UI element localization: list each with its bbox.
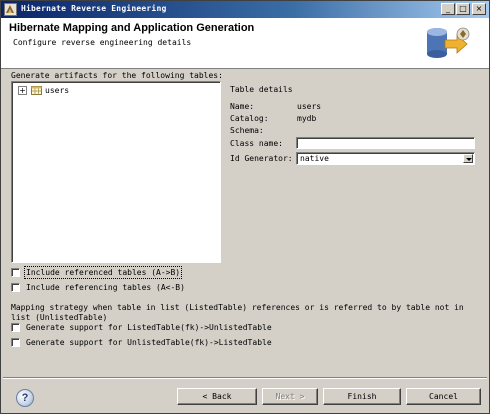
- include-referencing-label: Include referencing tables (A<-B): [26, 283, 185, 292]
- id-generator-value: native: [300, 154, 329, 163]
- next-button[interactable]: Next >: [262, 388, 318, 405]
- tables-tree[interactable]: + users: [11, 81, 221, 263]
- title-bar: Hibernate Reverse Engineering _ □ ×: [1, 1, 489, 18]
- cancel-button[interactable]: Cancel: [406, 388, 481, 405]
- tree-item-users[interactable]: + users: [18, 85, 69, 96]
- finish-button[interactable]: Finish: [323, 388, 401, 405]
- app-icon: [4, 3, 17, 16]
- include-referencing-checkbox[interactable]: [11, 283, 20, 292]
- back-button[interactable]: < Back: [177, 388, 257, 405]
- unlisted-to-listed-option[interactable]: Generate support for UnlistedTable(fk)->…: [11, 338, 272, 347]
- page-title: Hibernate Mapping and Application Genera…: [9, 22, 255, 34]
- name-label: Name:: [230, 102, 255, 111]
- window-title: Hibernate Reverse Engineering: [21, 4, 167, 13]
- table-details-title: Table details: [230, 85, 293, 94]
- listed-to-unlisted-checkbox[interactable]: [11, 323, 20, 332]
- table-icon: [31, 86, 42, 95]
- listed-to-unlisted-option[interactable]: Generate support for ListedTable(fk)->Un…: [11, 323, 272, 332]
- class-name-input[interactable]: [296, 137, 475, 149]
- dropdown-arrow-icon[interactable]: [463, 154, 473, 163]
- unlisted-to-listed-checkbox[interactable]: [11, 338, 20, 347]
- include-referenced-checkbox[interactable]: [11, 268, 20, 277]
- close-button[interactable]: ×: [472, 3, 486, 15]
- expand-icon[interactable]: +: [18, 86, 27, 95]
- include-referenced-label: Include referenced tables (A->B): [23, 266, 183, 279]
- tree-item-label: users: [45, 86, 70, 95]
- wizard-window: Hibernate Reverse Engineering _ □ × Hibe…: [0, 0, 490, 414]
- listed-to-unlisted-label: Generate support for ListedTable(fk)->Un…: [26, 323, 272, 332]
- unlisted-to-listed-label: Generate support for UnlistedTable(fk)->…: [26, 338, 272, 347]
- minimize-button[interactable]: _: [441, 3, 455, 15]
- class-name-label: Class name:: [230, 139, 283, 148]
- mapping-strategy-text: Mapping strategy when table in list (Lis…: [11, 303, 464, 322]
- catalog-value: mydb: [297, 114, 317, 123]
- id-generator-label: Id Generator:: [230, 154, 293, 163]
- id-generator-select[interactable]: native: [296, 152, 475, 165]
- footer-divider: [3, 377, 487, 379]
- include-referencing-option[interactable]: Include referencing tables (A<-B): [11, 283, 185, 292]
- catalog-label: Catalog:: [230, 114, 269, 123]
- page-description: Configure reverse engineering details: [13, 38, 192, 47]
- maximize-button[interactable]: □: [456, 3, 470, 15]
- wizard-banner: Hibernate Mapping and Application Genera…: [1, 18, 489, 69]
- help-icon[interactable]: ?: [16, 389, 34, 407]
- name-value: users: [297, 102, 322, 111]
- tables-section-label: Generate artifacts for the following tab…: [11, 71, 223, 80]
- schema-label: Schema:: [230, 126, 264, 135]
- include-referenced-option[interactable]: Include referenced tables (A->B): [11, 266, 183, 279]
- hibernate-database-icon: [427, 27, 470, 58]
